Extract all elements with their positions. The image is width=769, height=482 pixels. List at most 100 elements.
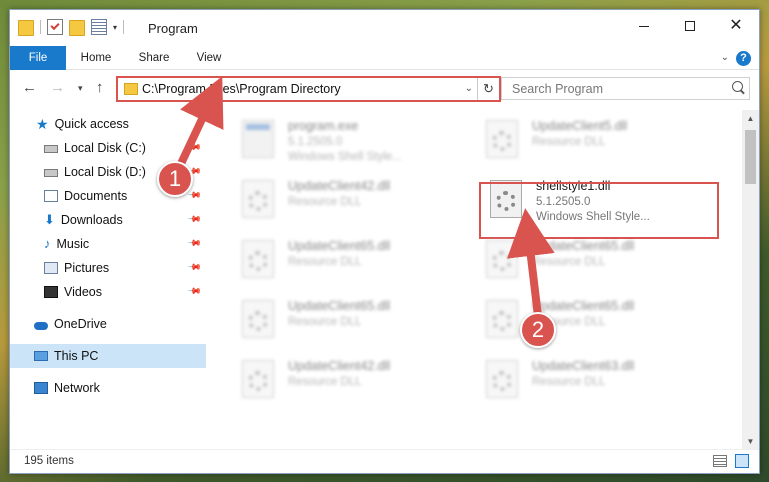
close-button[interactable]: ✕	[713, 10, 759, 42]
scrollbar-thumb[interactable]	[745, 130, 756, 184]
dll-file-icon	[486, 120, 518, 158]
dll-file-icon	[486, 300, 518, 338]
large-icons-view-icon[interactable]	[735, 454, 749, 468]
sidebar-item-local-disk-c[interactable]: Local Disk (C:) 📌	[10, 136, 206, 160]
folder-icon[interactable]	[18, 20, 34, 36]
folder-icon	[124, 83, 138, 95]
cloud-icon	[34, 321, 48, 330]
status-bar: 195 items	[10, 449, 759, 473]
sidebar-item-this-pc[interactable]: This PC	[10, 344, 206, 368]
step-1-badge: 1	[157, 161, 193, 197]
file-name: UpdateClient65.dll	[532, 299, 635, 313]
search-input[interactable]: Search Program	[501, 77, 750, 100]
dll-file-icon	[242, 360, 274, 398]
file-name: UpdateClient65.dll	[532, 239, 635, 253]
file-type: Resource DLL	[532, 256, 606, 268]
file-type: Resource DLL	[288, 256, 362, 268]
maximize-button[interactable]	[667, 10, 713, 42]
file-item[interactable]: UpdateClient65.dll Resource DLL	[242, 236, 472, 292]
file-name: UpdateClient65.dll	[288, 239, 391, 253]
address-dropdown-icon[interactable]: ⌄	[465, 83, 473, 94]
music-icon: ♪	[44, 236, 51, 251]
sidebar-item-music[interactable]: ♪ Music 📌	[10, 232, 206, 256]
maximize-icon	[685, 21, 695, 31]
file-item[interactable]: UpdateClient65.dll Resource DLL	[242, 296, 472, 352]
recent-locations-icon[interactable]: ▾	[78, 83, 83, 94]
file-type: Resource DLL	[288, 376, 362, 388]
tab-view[interactable]: View	[190, 46, 228, 70]
vertical-scrollbar[interactable]: ▲ ▼	[742, 110, 759, 450]
file-item[interactable]: UpdateClient42.dll Resource DLL	[242, 176, 472, 232]
file-type: Resource DLL	[288, 316, 362, 328]
pin-icon[interactable]: 📌	[187, 236, 202, 252]
file-name: program.exe	[288, 119, 359, 133]
file-type: Resource DLL	[532, 136, 606, 148]
tab-file[interactable]: File	[10, 46, 66, 70]
highlight-box-target-file	[479, 182, 719, 239]
file-name: UpdateClient42.dll	[288, 359, 391, 373]
file-item[interactable]: UpdateClient5.dll Resource DLL	[486, 116, 716, 172]
sidebar-item-label: Downloads	[60, 213, 123, 227]
file-name: UpdateClient63.dll	[532, 359, 635, 373]
step-2-badge: 2	[520, 312, 556, 348]
file-item-program-exe[interactable]: program.exe 5.1.2505.0 Windows Shell Sty…	[242, 116, 472, 172]
star-icon: ★	[36, 116, 49, 132]
file-type: Resource DLL	[288, 196, 362, 208]
tab-share[interactable]: Share	[132, 46, 176, 70]
rename-icon[interactable]	[91, 19, 107, 35]
customize-toolbar-icon[interactable]: ▾	[113, 23, 117, 32]
pin-icon[interactable]: 📌	[187, 140, 202, 156]
address-bar[interactable]: C:\Program Files\Program Directory ⌄ ↻	[116, 76, 501, 102]
search-placeholder: Search Program	[512, 82, 604, 96]
file-version: 5.1.2505.0	[288, 136, 343, 148]
sidebar-item-onedrive[interactable]: OneDrive	[10, 312, 206, 336]
sidebar-item-videos[interactable]: Videos 📌	[10, 280, 206, 304]
pictures-icon	[44, 262, 58, 274]
file-item[interactable]: UpdateClient42.dll Resource DLL	[242, 356, 472, 412]
sidebar-item-downloads[interactable]: ⬇ Downloads 📌	[10, 208, 206, 232]
expand-ribbon-icon[interactable]: ⌄	[721, 52, 729, 63]
title-bar: ▾ Program ✕	[10, 10, 759, 42]
sidebar-item-label: Music	[56, 237, 90, 251]
scroll-up-icon[interactable]: ▲	[742, 110, 759, 127]
file-item[interactable]: UpdateClient65.dll Resource DLL	[486, 236, 716, 292]
computer-icon	[34, 351, 48, 361]
quick-access-toolbar: ▾	[18, 18, 125, 36]
ribbon: File Home Share View ⌄ ?	[10, 46, 759, 70]
forward-arrow-icon[interactable]: →	[50, 79, 65, 96]
sidebar-item-pictures[interactable]: Pictures 📌	[10, 256, 206, 280]
sidebar-item-network[interactable]: Network	[10, 376, 206, 400]
documents-icon	[44, 190, 58, 202]
separator	[123, 20, 125, 34]
pin-icon[interactable]: 📌	[187, 212, 202, 228]
new-folder-icon[interactable]	[69, 20, 85, 36]
minimize-button[interactable]	[621, 10, 667, 42]
properties-check-icon[interactable]	[47, 19, 63, 35]
pin-icon[interactable]: 📌	[187, 260, 202, 276]
videos-icon	[44, 286, 58, 298]
address-path[interactable]: C:\Program Files\Program Directory	[142, 82, 341, 96]
up-arrow-icon[interactable]: ↑	[96, 79, 104, 96]
network-icon	[34, 382, 48, 394]
sidebar-item-label: Local Disk (C:)	[64, 141, 146, 155]
scroll-down-icon[interactable]: ▼	[742, 433, 759, 450]
sidebar-item-label: OneDrive	[54, 317, 107, 331]
navigation-row: ← → ▾ ↑ C:\Program Files\Program Directo…	[10, 76, 759, 102]
dll-file-icon	[486, 360, 518, 398]
sidebar-item-label: Network	[54, 381, 100, 395]
refresh-icon[interactable]: ↻	[477, 78, 499, 100]
tab-home[interactable]: Home	[74, 46, 118, 70]
sidebar-item-label: Quick access	[54, 117, 129, 131]
file-list: program.exe 5.1.2505.0 Windows Shell Sty…	[206, 110, 740, 450]
details-view-icon[interactable]	[713, 455, 727, 467]
help-icon[interactable]: ?	[736, 51, 751, 66]
separator	[40, 20, 41, 34]
file-item[interactable]: UpdateClient63.dll Resource DLL	[486, 356, 716, 412]
search-icon[interactable]	[732, 81, 743, 92]
window-title: Program	[148, 21, 198, 36]
pin-icon[interactable]: 📌	[187, 284, 202, 300]
file-name: UpdateClient42.dll	[288, 179, 391, 193]
back-arrow-icon[interactable]: ←	[22, 79, 37, 96]
file-name: UpdateClient5.dll	[532, 119, 628, 133]
sidebar-item-quick-access[interactable]: ★ Quick access	[10, 112, 206, 136]
